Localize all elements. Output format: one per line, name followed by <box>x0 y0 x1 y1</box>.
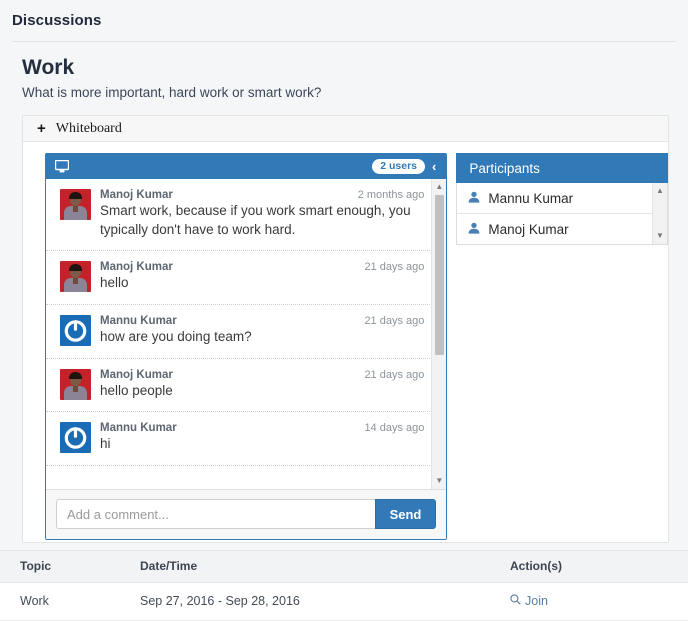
whiteboard-label: Whiteboard <box>56 121 122 137</box>
discussions-table: Topic Date/Time Action(s) Work Sep 27, 2… <box>0 550 688 621</box>
send-button[interactable]: Send <box>375 499 437 529</box>
user-icon <box>468 191 480 205</box>
message-text: hi <box>100 435 424 454</box>
avatar <box>60 422 91 453</box>
join-link[interactable]: Join <box>510 594 548 608</box>
chat-message: Mannu Kumar 14 days ago hi <box>46 412 446 466</box>
chat-message: Mannu Kumar 21 days ago how are you doin… <box>46 305 446 359</box>
chat-message-meta: Manoj Kumar 21 days ago <box>100 261 424 273</box>
message-author: Mannu Kumar <box>100 422 364 434</box>
table-header-row: Topic Date/Time Action(s) <box>0 551 688 583</box>
scroll-up-arrow-icon[interactable]: ▲ <box>432 180 446 194</box>
search-icon <box>510 594 521 608</box>
message-timestamp: 21 days ago <box>364 369 424 381</box>
chat-panel: 2 users ‹ Manoj Kumar 2 months ago <box>45 153 447 540</box>
column-header-datetime: Date/Time <box>140 551 510 583</box>
message-text: Smart work, because if you work smart en… <box>100 202 424 239</box>
message-timestamp: 14 days ago <box>364 422 424 434</box>
avatar <box>60 369 91 400</box>
chat-message: Manoj Kumar 21 days ago hello people <box>46 359 446 413</box>
monitor-icon[interactable] <box>55 160 69 173</box>
discussion-heading: Work What is more important, hard work o… <box>0 42 688 100</box>
panel-body: 2 users ‹ Manoj Kumar 2 months ago <box>23 142 668 542</box>
chat-message-body: Mannu Kumar 21 days ago how are you doin… <box>100 315 424 347</box>
column-header-topic: Topic <box>0 551 140 583</box>
participants-header: Participants <box>456 153 668 183</box>
comment-input[interactable] <box>56 499 375 529</box>
avatar <box>60 189 91 220</box>
message-text: hello <box>100 274 424 293</box>
chat-message-body: Manoj Kumar 2 months ago Smart work, bec… <box>100 189 424 239</box>
scroll-down-arrow-icon[interactable]: ▼ <box>653 229 667 243</box>
plus-icon[interactable]: + <box>37 121 46 136</box>
participant-item[interactable]: Manoj Kumar <box>457 214 667 245</box>
chat-message-body: Manoj Kumar 21 days ago hello people <box>100 369 424 401</box>
chevron-left-icon[interactable]: ‹ <box>432 160 438 173</box>
chat-message-meta: Mannu Kumar 21 days ago <box>100 315 424 327</box>
message-timestamp: 21 days ago <box>364 261 424 273</box>
chat-message-meta: Mannu Kumar 14 days ago <box>100 422 424 434</box>
chat-message-meta: Manoj Kumar 21 days ago <box>100 369 424 381</box>
participants-panel: Participants Mannu Kumar <box>456 153 668 245</box>
participant-item[interactable]: Mannu Kumar <box>457 183 667 214</box>
chat-message-scroll-area[interactable]: Manoj Kumar 2 months ago Smart work, bec… <box>46 179 446 489</box>
chat-scrollbar-thumb[interactable] <box>435 195 444 355</box>
message-text: hello people <box>100 382 424 401</box>
participant-name: Mannu Kumar <box>488 191 573 206</box>
message-author: Manoj Kumar <box>100 369 364 381</box>
avatar <box>60 261 91 292</box>
message-timestamp: 21 days ago <box>364 315 424 327</box>
table-header: Topic Date/Time Action(s) <box>0 551 688 583</box>
discussion-subtitle: What is more important, hard work or sma… <box>22 85 688 100</box>
users-count-badge[interactable]: 2 users <box>372 159 425 175</box>
participant-name: Manoj Kumar <box>488 222 568 237</box>
comment-bar: Send <box>46 489 446 539</box>
participants-scrollbar[interactable]: ▲ ▼ <box>652 183 667 244</box>
message-timestamp: 2 months ago <box>358 189 425 201</box>
page-title: Discussions <box>12 12 676 29</box>
message-author: Mannu Kumar <box>100 315 364 327</box>
chat-message: Manoj Kumar 2 months ago Smart work, bec… <box>46 179 446 251</box>
chat-message-meta: Manoj Kumar 2 months ago <box>100 189 424 201</box>
chat-message-body: Mannu Kumar 14 days ago hi <box>100 422 424 454</box>
message-text: how are you doing team? <box>100 328 424 347</box>
chat-message-body: Manoj Kumar 21 days ago hello <box>100 261 424 293</box>
chat-scrollbar[interactable]: ▲ ▼ <box>431 179 446 489</box>
chat-message: Manoj Kumar 21 days ago hello <box>46 251 446 305</box>
chat-message-list: Manoj Kumar 2 months ago Smart work, bec… <box>46 179 446 466</box>
join-label: Join <box>525 594 548 608</box>
scroll-down-arrow-icon[interactable]: ▼ <box>432 474 446 488</box>
discussion-panel: + Whiteboard 2 users ‹ <box>22 115 669 543</box>
chat-header: 2 users ‹ <box>46 154 446 179</box>
message-author: Manoj Kumar <box>100 189 358 201</box>
participants-list[interactable]: Mannu Kumar Manoj Kumar ▲ ▼ <box>456 183 668 245</box>
discussion-title: Work <box>22 56 688 79</box>
scroll-up-arrow-icon[interactable]: ▲ <box>653 184 667 198</box>
message-author: Manoj Kumar <box>100 261 364 273</box>
user-icon <box>468 222 480 236</box>
whiteboard-bar[interactable]: + Whiteboard <box>23 116 668 142</box>
column-header-actions: Action(s) <box>510 551 688 583</box>
avatar <box>60 315 91 346</box>
page-header: Discussions <box>0 0 688 29</box>
